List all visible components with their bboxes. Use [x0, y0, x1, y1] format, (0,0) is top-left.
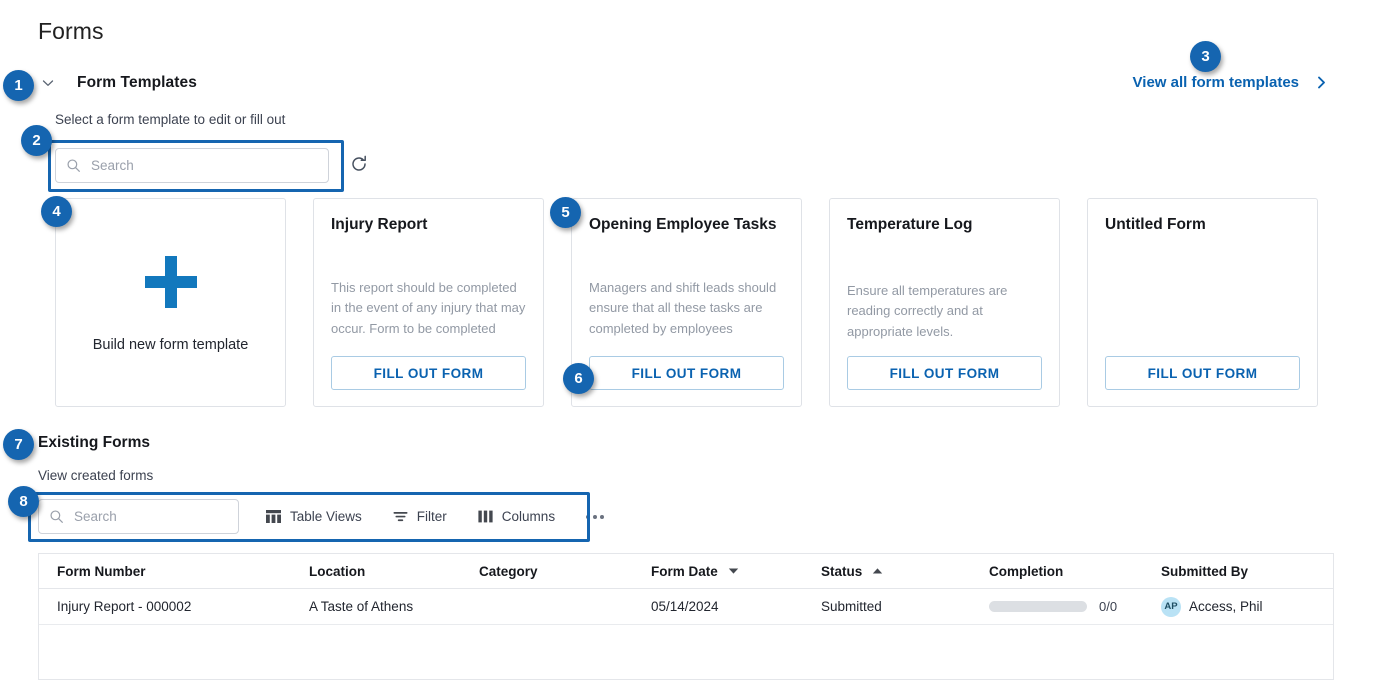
card-title: Temperature Log [847, 216, 973, 233]
table-empty-space [39, 625, 1333, 680]
more-options-button[interactable] [581, 508, 609, 526]
form-template-card[interactable]: Untitled Form FILL OUT FORM [1087, 198, 1318, 407]
column-header-status-label: Status [821, 563, 863, 579]
annotation-badge-7: 7 [3, 429, 34, 460]
annotation-badge-4: 4 [41, 196, 72, 227]
cell-form-number: Injury Report - 000002 [57, 599, 192, 614]
annotation-badge-8: 8 [8, 486, 39, 517]
existing-forms-search-box[interactable] [38, 499, 253, 534]
table-row[interactable]: Injury Report - 000002 A Taste of Athens… [39, 589, 1333, 625]
forms-page: Forms Form Templates Select a form templ… [0, 0, 1385, 692]
filter-label: Filter [416, 509, 447, 524]
card-description: Ensure all temperatures are reading corr… [847, 283, 1008, 339]
column-header-completion[interactable]: Completion [989, 564, 1161, 579]
build-new-form-template-label: Build new form template [92, 337, 249, 353]
view-all-form-templates-link[interactable]: View all form templates [1133, 74, 1330, 91]
chevron-down-icon[interactable] [38, 73, 58, 93]
existing-forms-toolbar: Table Views Filter Columns [38, 499, 609, 534]
column-header-submitted-by[interactable]: Submitted By [1161, 564, 1331, 579]
annotation-badge-6: 6 [563, 363, 594, 394]
existing-forms-search-input[interactable] [72, 500, 253, 533]
template-search-box[interactable] [55, 148, 329, 183]
form-template-card[interactable]: Injury Report This report should be comp… [313, 198, 544, 407]
fill-out-form-button[interactable]: FILL OUT FORM [589, 356, 784, 390]
cell-completion: 0/0 [989, 599, 1161, 614]
table-views-label: Table Views [290, 509, 362, 524]
annotation-badge-5: 5 [550, 197, 581, 228]
search-icon [49, 509, 64, 524]
template-search-input[interactable] [89, 149, 318, 182]
view-all-label: View all form templates [1132, 74, 1299, 91]
refresh-icon [349, 154, 369, 177]
fill-out-form-button[interactable]: FILL OUT FORM [331, 356, 526, 390]
chevron-right-icon [1313, 74, 1330, 91]
card-title: Injury Report [331, 216, 428, 233]
plus-icon [140, 251, 202, 313]
filter-button[interactable]: Filter [388, 502, 451, 531]
ellipsis-icon [586, 514, 605, 519]
card-description: This report should be completed in the e… [331, 280, 526, 342]
fill-out-form-button[interactable]: FILL OUT FORM [847, 356, 1042, 390]
column-header-form-date-label: Form Date [651, 563, 718, 579]
columns-button[interactable]: Columns [473, 502, 559, 531]
existing-forms-table: Form Number Location Category Form Date … [38, 553, 1334, 680]
column-header-status[interactable]: Status [821, 564, 989, 579]
form-templates-header: Form Templates [38, 73, 197, 93]
form-template-card[interactable]: Temperature Log Ensure all temperatures … [829, 198, 1060, 407]
card-description: Managers and shift leads should ensure t… [589, 280, 777, 342]
completion-progress-bar [989, 601, 1087, 612]
column-header-location[interactable]: Location [309, 564, 479, 579]
form-templates-title: Form Templates [77, 74, 197, 91]
card-title: Untitled Form [1105, 216, 1206, 233]
search-icon [66, 158, 81, 173]
card-title: Opening Employee Tasks [589, 216, 777, 233]
avatar: AP [1161, 596, 1181, 617]
columns-icon [477, 508, 494, 525]
fill-out-form-button[interactable]: FILL OUT FORM [1105, 356, 1300, 390]
cell-location: A Taste of Athens [309, 599, 414, 614]
completion-count: 0/0 [1099, 599, 1118, 614]
page-title: Forms [38, 18, 104, 44]
form-template-card[interactable]: Opening Employee Tasks Managers and shif… [571, 198, 802, 407]
cell-status: Submitted [821, 599, 882, 614]
annotation-badge-2: 2 [21, 125, 52, 156]
table-views-button[interactable]: Table Views [261, 502, 366, 531]
cell-form-date: 05/14/2024 [651, 599, 719, 614]
column-header-category[interactable]: Category [479, 564, 651, 579]
column-header-form-number[interactable]: Form Number [39, 564, 309, 579]
annotation-badge-1: 1 [3, 70, 34, 101]
existing-forms-subtitle: View created forms [38, 468, 154, 483]
sort-ascending-icon [872, 567, 883, 575]
annotation-badge-3: 3 [1190, 41, 1221, 72]
existing-forms-title: Existing Forms [38, 434, 150, 451]
table-views-icon [265, 508, 282, 525]
submitted-by-name: Access, Phil [1189, 599, 1263, 614]
filter-icon [392, 508, 409, 525]
build-new-form-template-card[interactable]: Build new form template [55, 198, 286, 407]
cell-submitted-by: AP Access, Phil [1161, 596, 1331, 617]
column-header-form-date[interactable]: Form Date [651, 564, 821, 579]
refresh-templates-button[interactable] [342, 148, 376, 182]
form-templates-subtitle: Select a form template to edit or fill o… [55, 112, 286, 127]
table-header-row: Form Number Location Category Form Date … [39, 554, 1333, 589]
form-template-cards: Build new form template Injury Report Th… [55, 198, 1318, 407]
sort-descending-icon [728, 567, 739, 575]
columns-label: Columns [501, 509, 556, 524]
